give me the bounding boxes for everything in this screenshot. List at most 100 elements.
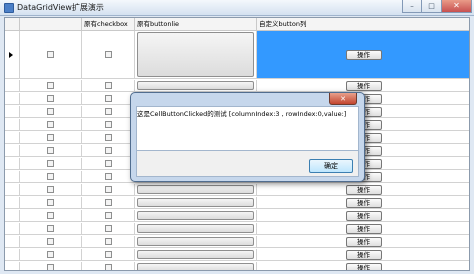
row-header[interactable] <box>5 93 20 104</box>
operate-button[interactable]: 操作 <box>345 262 382 270</box>
grid-button[interactable] <box>137 263 254 270</box>
checkbox[interactable] <box>47 147 54 154</box>
grid-button[interactable] <box>137 224 254 233</box>
operate-button[interactable]: 操作 <box>345 210 382 221</box>
checkbox[interactable] <box>104 95 112 102</box>
grid-button[interactable] <box>137 32 254 77</box>
checkbox[interactable] <box>104 251 112 258</box>
grid-button[interactable] <box>137 198 254 207</box>
orig-checkbox-cell <box>82 184 135 195</box>
checkbox-cell <box>20 197 82 208</box>
button-cell <box>135 262 257 270</box>
orig-checkbox-cell <box>82 31 135 78</box>
checkbox-cell <box>20 171 82 182</box>
checkbox[interactable] <box>47 160 54 167</box>
checkbox[interactable] <box>104 225 112 232</box>
grid-button[interactable] <box>137 81 254 90</box>
row-header[interactable] <box>5 184 20 195</box>
checkbox[interactable] <box>104 160 112 167</box>
maximize-button[interactable]: □ <box>422 0 442 13</box>
checkbox[interactable] <box>47 82 54 89</box>
button-cell <box>135 236 257 247</box>
checkbox[interactable] <box>104 186 112 193</box>
checkbox[interactable] <box>47 173 54 180</box>
table-row[interactable]: 操作 <box>5 80 469 92</box>
checkbox[interactable] <box>104 134 112 141</box>
table-row[interactable]: 操作 <box>5 249 469 261</box>
operate-button[interactable]: 操作 <box>345 223 382 234</box>
grid-button[interactable] <box>137 250 254 259</box>
checkbox[interactable] <box>47 199 54 206</box>
row-header-corner[interactable] <box>5 18 20 31</box>
checkbox[interactable] <box>104 173 112 180</box>
orig-checkbox-cell <box>82 249 135 260</box>
column-header-checkbox-orig[interactable]: 原有checkbox <box>82 18 135 31</box>
checkbox[interactable] <box>104 264 112 270</box>
checkbox-cell <box>20 80 82 91</box>
checkbox[interactable] <box>47 134 54 141</box>
table-row[interactable]: 操作 <box>5 210 469 222</box>
row-header[interactable] <box>5 249 20 260</box>
checkbox[interactable] <box>47 225 54 232</box>
table-row[interactable]: 操作 <box>5 236 469 248</box>
row-header[interactable] <box>5 106 20 117</box>
checkbox[interactable] <box>104 147 112 154</box>
grid-button[interactable] <box>137 211 254 220</box>
checkbox[interactable] <box>47 51 54 58</box>
row-header[interactable] <box>5 262 20 270</box>
checkbox[interactable] <box>47 95 54 102</box>
operate-button[interactable]: 操作 <box>345 249 382 260</box>
close-button[interactable]: ✕ <box>442 0 472 13</box>
row-header[interactable] <box>5 119 20 130</box>
column-header-button[interactable]: 原有buttonlie <box>135 18 257 31</box>
row-header[interactable] <box>5 210 20 221</box>
checkbox[interactable] <box>104 82 112 89</box>
table-row[interactable]: 操作 <box>5 197 469 209</box>
operate-button[interactable]: 操作 <box>345 197 382 208</box>
checkbox[interactable] <box>104 199 112 206</box>
operate-button[interactable]: 操作 <box>345 49 382 60</box>
row-header[interactable] <box>5 132 20 143</box>
checkbox[interactable] <box>47 186 54 193</box>
checkbox[interactable] <box>47 212 54 219</box>
checkbox[interactable] <box>47 108 54 115</box>
grid-button[interactable] <box>137 185 254 194</box>
operate-button[interactable]: 操作 <box>345 80 382 91</box>
row-header[interactable] <box>5 223 20 234</box>
checkbox-cell <box>20 262 82 270</box>
checkbox[interactable] <box>47 121 54 128</box>
orig-checkbox-cell <box>82 119 135 130</box>
checkbox[interactable] <box>47 238 54 245</box>
checkbox[interactable] <box>104 51 112 58</box>
row-header[interactable] <box>5 145 20 156</box>
grid-button[interactable] <box>137 237 254 246</box>
column-header-checkbox[interactable] <box>20 18 82 31</box>
operate-button[interactable]: 操作 <box>345 184 382 195</box>
row-header[interactable] <box>5 158 20 169</box>
table-row[interactable]: 操作 <box>5 184 469 196</box>
checkbox[interactable] <box>47 264 54 270</box>
row-header[interactable] <box>5 197 20 208</box>
minimize-button[interactable]: – <box>402 0 422 13</box>
custom-button-cell: 操作 <box>257 236 469 247</box>
row-header[interactable] <box>5 171 20 182</box>
button-cell <box>135 80 257 91</box>
table-row[interactable]: 操作 <box>5 262 469 270</box>
button-cell <box>135 210 257 221</box>
row-header[interactable] <box>5 80 20 91</box>
table-row[interactable]: 操作 <box>5 223 469 235</box>
checkbox[interactable] <box>104 212 112 219</box>
operate-button[interactable]: 操作 <box>345 236 382 247</box>
column-header-custom-button[interactable]: 自定义button列 <box>257 18 469 31</box>
dialog-close-button[interactable]: ✕ <box>329 93 357 105</box>
checkbox[interactable] <box>104 121 112 128</box>
checkbox[interactable] <box>104 238 112 245</box>
checkbox[interactable] <box>47 251 54 258</box>
title-bar: DataGridView扩展演示 – □ ✕ <box>0 0 474 16</box>
checkbox[interactable] <box>104 108 112 115</box>
dialog-ok-button[interactable]: 确定 <box>309 159 353 173</box>
row-header[interactable] <box>5 31 20 78</box>
row-header[interactable] <box>5 236 20 247</box>
checkbox-cell <box>20 145 82 156</box>
table-row[interactable]: 操作 <box>5 31 469 79</box>
